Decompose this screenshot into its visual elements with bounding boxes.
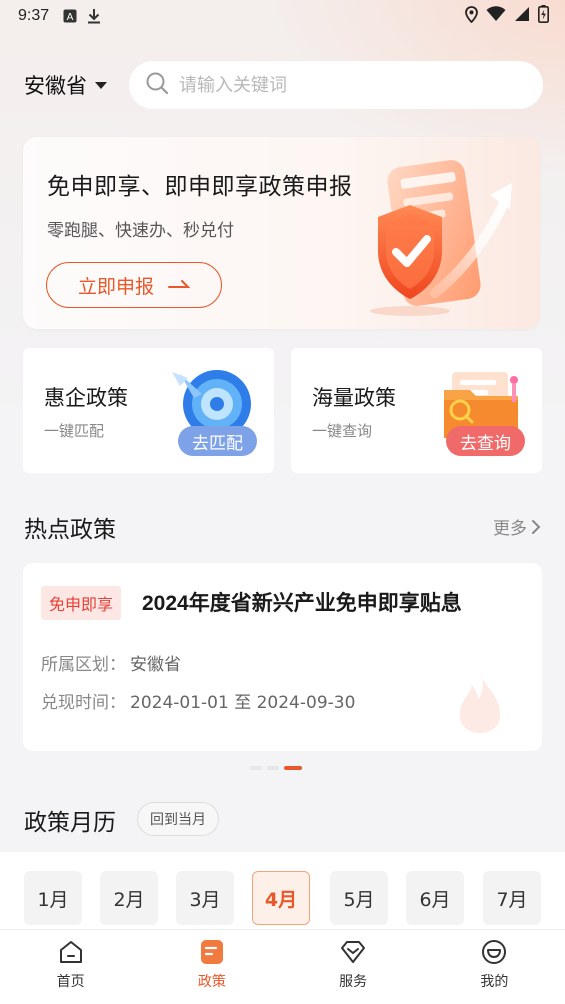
back-to-current-month-button[interactable]: 回到当月 — [137, 802, 219, 836]
search-input[interactable] — [179, 74, 499, 96]
status-bar: 9:37 A — [0, 0, 565, 32]
bottom-tab-bar: 首页 政策 服务 我的 — [0, 929, 565, 1004]
search-icon — [145, 71, 169, 99]
more-link[interactable]: 更多 — [493, 514, 541, 539]
feature-card-enterprise-policy[interactable]: 惠企政策 一键匹配 去匹配 — [23, 348, 274, 473]
time-value: 2024-01-01 至 2024-09-30 — [130, 693, 356, 713]
svg-text:A: A — [67, 12, 74, 23]
diamond-icon — [341, 941, 366, 963]
hot-policy-title: 热点政策 — [24, 517, 116, 543]
province-label: 安徽省 — [24, 74, 87, 98]
policy-title: 2024年度省新兴产业免申即享贴息 — [142, 592, 462, 615]
match-badge[interactable]: 去匹配 — [178, 426, 257, 456]
top-header: 安徽省 — [0, 60, 565, 110]
home-icon — [59, 941, 82, 963]
font-a-icon: A — [63, 9, 77, 23]
time-label: 兑现时间： — [41, 693, 126, 713]
tab-label: 我的 — [480, 974, 509, 990]
tab-home[interactable]: 首页 — [0, 930, 141, 1004]
month-strip: 1月 2月 3月 4月 5月 6月 7月 — [0, 852, 565, 930]
tab-label: 服务 — [339, 974, 368, 990]
carousel-dot[interactable] — [267, 766, 279, 770]
query-badge[interactable]: 去查询 — [446, 426, 525, 456]
month-7[interactable]: 7月 — [483, 871, 541, 925]
month-4-active[interactable]: 4月 — [252, 871, 310, 925]
month-2[interactable]: 2月 — [100, 871, 158, 925]
smile-icon — [482, 940, 507, 964]
policy-icon — [200, 940, 223, 964]
tab-service[interactable]: 服务 — [283, 930, 424, 1004]
arrow-right-icon — [168, 274, 191, 296]
province-selector[interactable]: 安徽省 — [24, 70, 107, 100]
tab-label: 政策 — [197, 974, 226, 990]
carousel-dot[interactable] — [250, 766, 262, 770]
feature-title: 海量政策 — [312, 386, 396, 410]
wifi-icon — [486, 6, 506, 26]
banner-subtitle: 零跑腿、快速办、秒兑付 — [47, 221, 234, 241]
tab-mine[interactable]: 我的 — [424, 930, 565, 1004]
month-6[interactable]: 6月 — [406, 871, 464, 925]
month-5[interactable]: 5月 — [330, 871, 388, 925]
tab-policy[interactable]: 政策 — [141, 930, 282, 1004]
region-value: 安徽省 — [130, 655, 181, 675]
battery-icon — [538, 5, 549, 27]
shield-phone-illustration — [370, 160, 512, 316]
policy-region: 所属区划： 安徽省 — [41, 650, 181, 675]
flame-icon — [459, 671, 501, 733]
apply-now-label: 立即申报 — [77, 275, 154, 298]
policy-tag: 免申即享 — [41, 586, 122, 620]
promo-banner[interactable]: 免申即享、即申即享政策申报 零跑腿、快速办、秒兑付 立即申报 — [23, 137, 540, 329]
feature-subtitle: 一键匹配 — [44, 422, 105, 440]
location-icon — [465, 5, 478, 27]
month-3[interactable]: 3月 — [176, 871, 234, 925]
feature-title: 惠企政策 — [44, 386, 128, 410]
tab-label: 首页 — [56, 974, 85, 990]
caret-down-icon — [95, 81, 107, 89]
download-icon — [87, 8, 101, 24]
carousel-dot-active[interactable] — [284, 766, 302, 770]
hot-policy-card[interactable]: 免申即享 2024年度省新兴产业免申即享贴息 所属区划： 安徽省 兑现时间： 2… — [23, 563, 542, 751]
search-bar[interactable] — [129, 61, 543, 109]
feature-card-mass-policy[interactable]: 海量政策 一键查询 去查询 — [291, 348, 542, 473]
apply-now-button[interactable]: 立即申报 — [46, 262, 222, 308]
banner-title: 免申即享、即申即享政策申报 — [47, 174, 353, 200]
region-label: 所属区划： — [41, 655, 126, 675]
month-1[interactable]: 1月 — [24, 871, 82, 925]
signal-icon — [514, 6, 530, 26]
chevron-right-icon — [531, 519, 541, 535]
policy-time: 兑现时间： 2024-01-01 至 2024-09-30 — [41, 688, 355, 713]
more-label: 更多 — [493, 519, 527, 539]
feature-subtitle: 一键查询 — [312, 422, 373, 440]
carousel-dots — [250, 766, 302, 770]
status-time: 9:37 — [18, 7, 50, 24]
policy-calendar-title: 政策月历 — [24, 810, 116, 836]
